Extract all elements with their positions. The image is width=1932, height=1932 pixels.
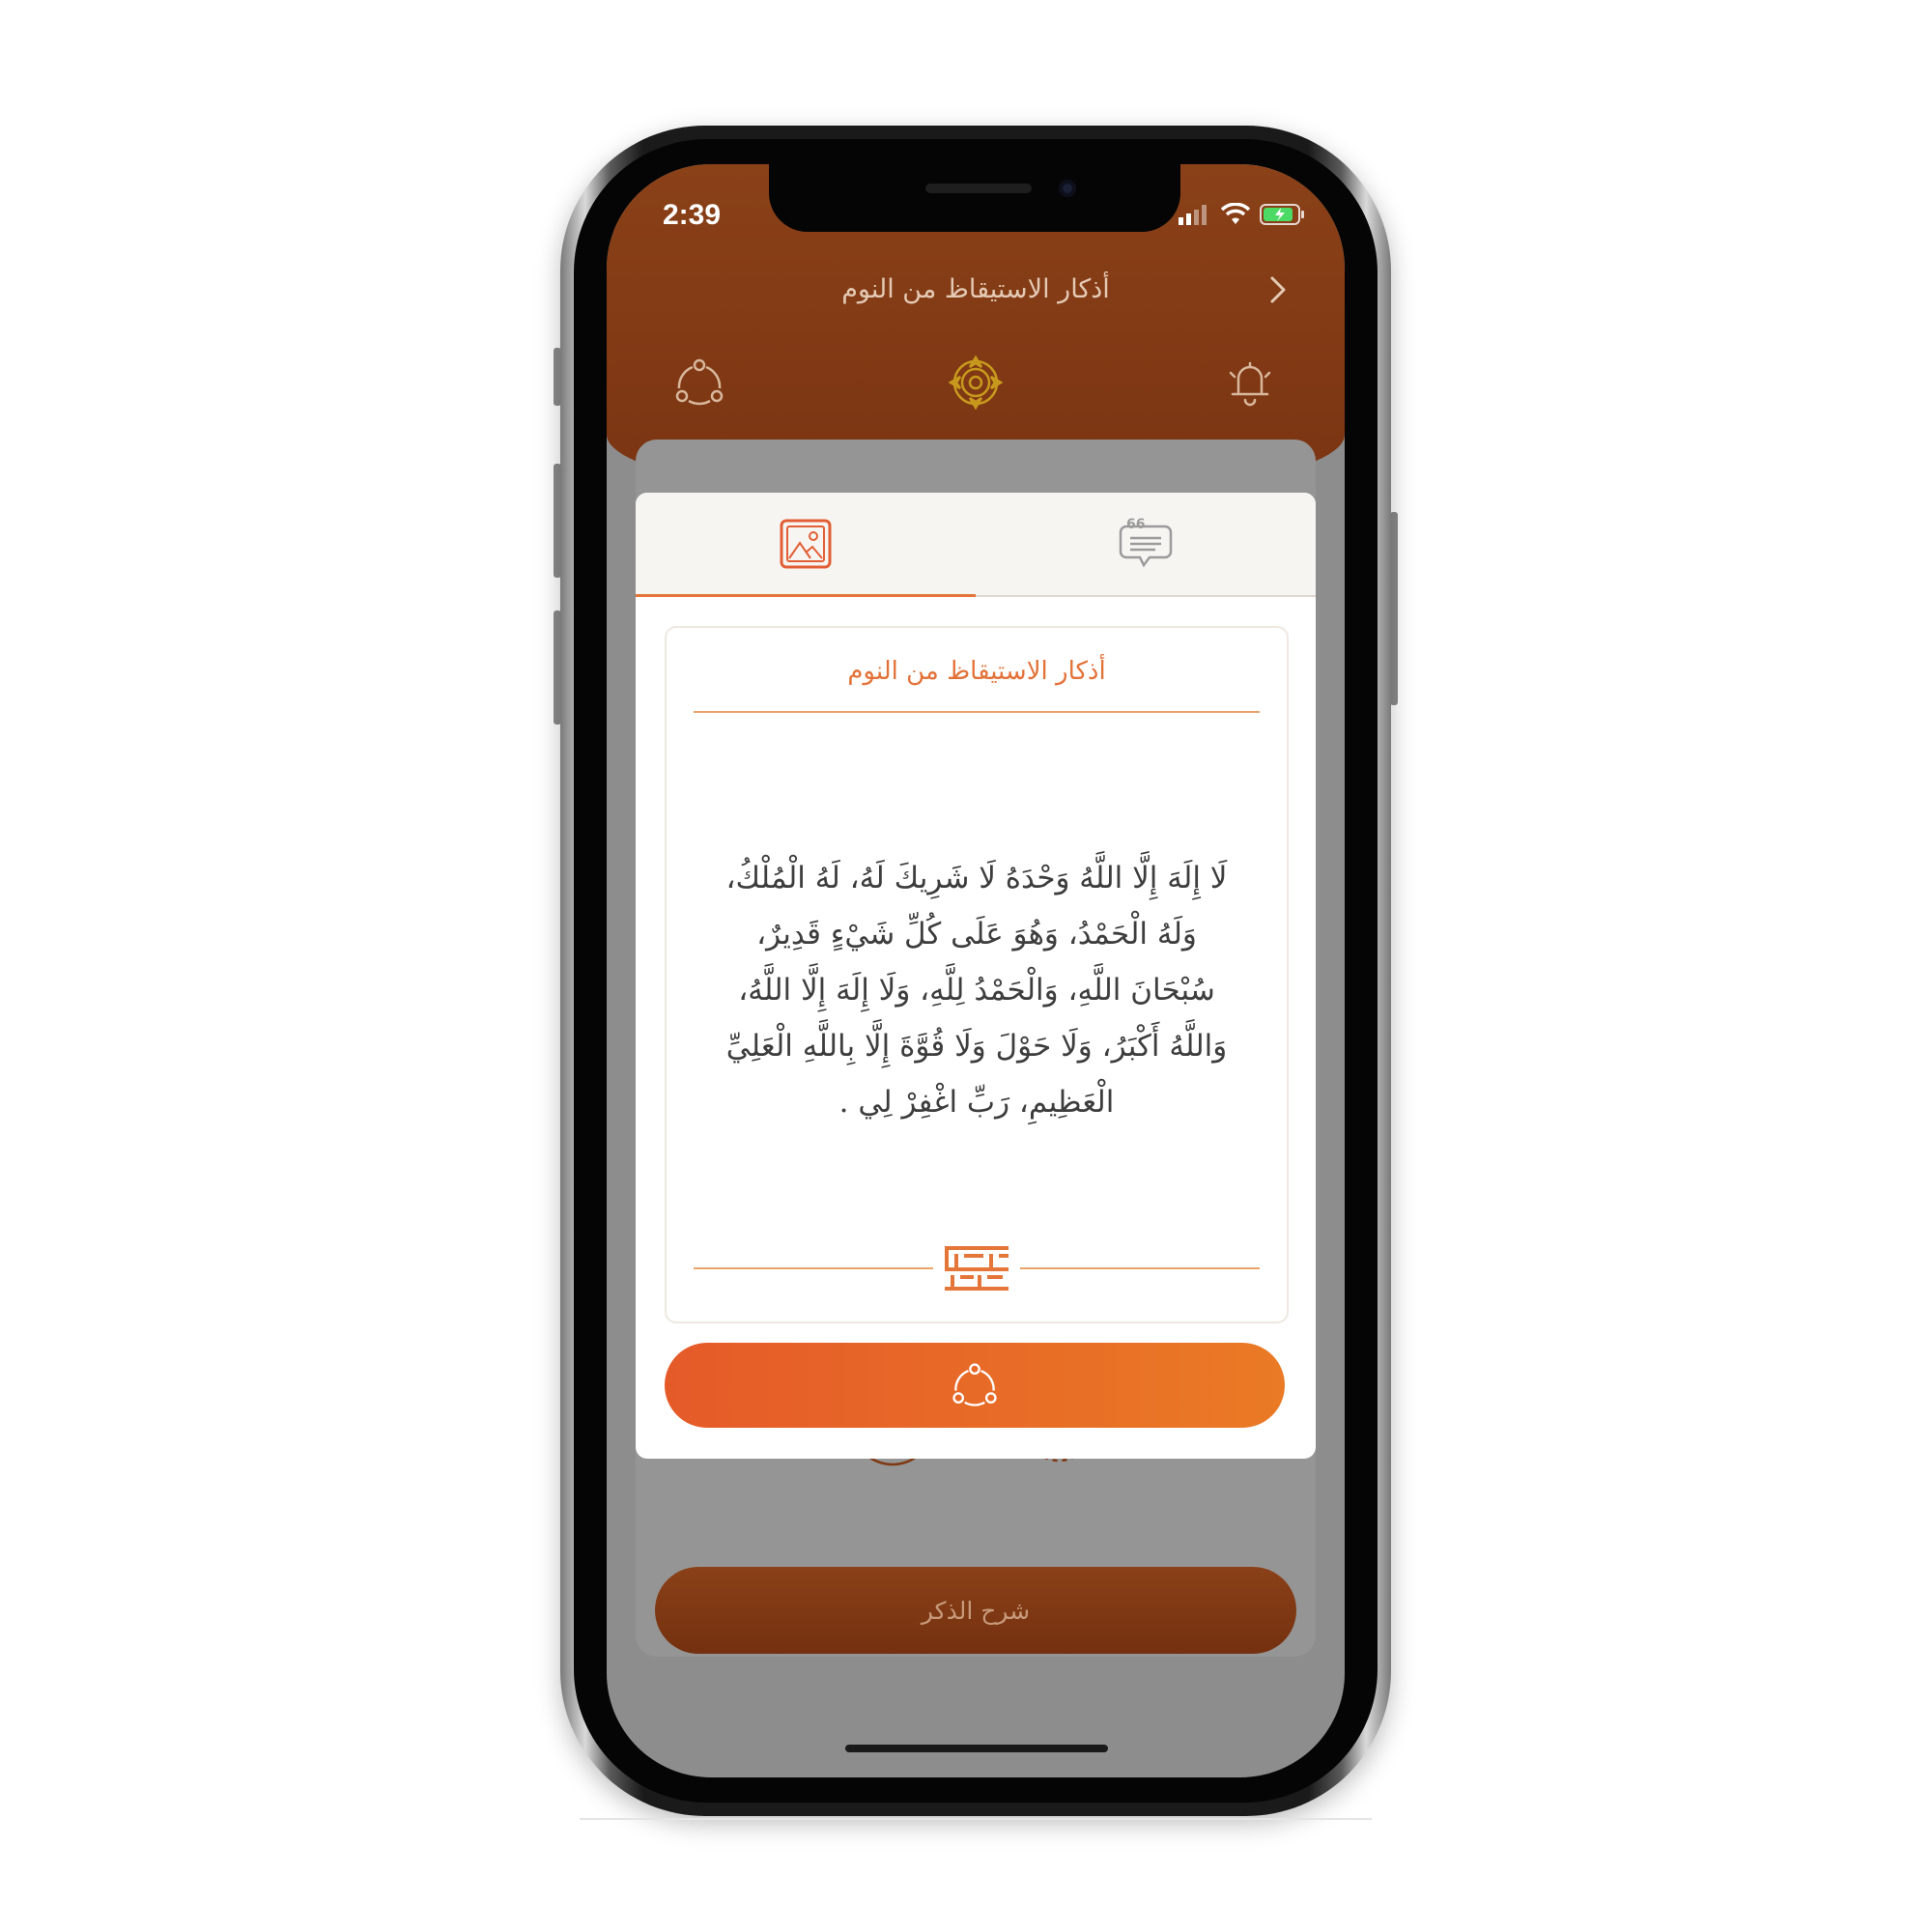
image-icon <box>780 519 832 569</box>
earpiece-speaker <box>925 184 1032 193</box>
footer-divider-left <box>694 1267 933 1269</box>
share-icon <box>952 1363 997 1406</box>
status-icons <box>1179 203 1306 226</box>
dhikr-modal: 66 أذكار الاستيقاظ من النوم لَا إِلَهَ إ… <box>636 493 1316 1459</box>
page-title: أذكار الاستيقاظ من النوم <box>841 274 1110 304</box>
dhikr-line: لَا إِلَهَ إِلَّا اللَّهُ وَحْدَهُ لَا ش… <box>725 861 1228 895</box>
dhikr-line: سُبْحَانَ اللَّهِ، وَالْحَمْدُ لِلَّهِ، … <box>738 973 1215 1008</box>
dhikr-text: لَا إِلَهَ إِلَّا اللَّهُ وَحْدَهُ لَا ش… <box>705 850 1248 1130</box>
stage: 2:39 أذكار الاستيقاظ من النوم شرح الذكر … <box>0 0 1932 1932</box>
power-button <box>1390 512 1398 705</box>
home-indicator[interactable] <box>845 1745 1108 1752</box>
tab-bar: 66 <box>636 493 1316 597</box>
floor-shadow <box>580 1818 1372 1820</box>
share-icon[interactable] <box>670 354 728 412</box>
notch <box>769 164 1180 232</box>
tab-active-indicator <box>636 594 976 597</box>
battery-icon <box>1260 204 1304 225</box>
dhikr-line: وَاللَّهُ أَكْبَرُ، وَلَا حَوْلَ وَلَا ق… <box>725 1029 1228 1064</box>
tab-text[interactable]: 66 <box>976 493 1316 595</box>
tab-image[interactable] <box>636 493 976 597</box>
dhikr-card: أذكار الاستيقاظ من النوم لَا إِلَهَ إِلَ… <box>665 626 1289 1323</box>
chevron-right-icon[interactable] <box>1258 270 1296 309</box>
svg-text:66: 66 <box>1126 517 1145 532</box>
bell-icon[interactable] <box>1221 354 1279 412</box>
phone-screen: 2:39 أذكار الاستيقاظ من النوم شرح الذكر … <box>607 164 1345 1777</box>
dhikr-line: وَلَهُ الْحَمْدُ، وَهُوَ عَلَى كُلِّ شَي… <box>756 917 1197 952</box>
share-button[interactable] <box>665 1343 1285 1428</box>
hisn-almuslim-logo <box>941 1242 1012 1294</box>
front-camera <box>1059 180 1076 197</box>
title-divider <box>694 711 1260 713</box>
explain-button[interactable]: شرح الذكر <box>655 1567 1296 1654</box>
wifi-icon <box>1221 203 1250 224</box>
status-time: 2:39 <box>663 199 722 231</box>
signal-icon <box>1179 205 1207 225</box>
dhikr-line: الْعَظِيمِ، رَبِّ اغْفِرْ لِي . <box>838 1085 1115 1120</box>
mandala-icon[interactable] <box>947 354 1005 412</box>
footer-divider-right <box>1020 1267 1260 1269</box>
card-title: أذكار الاستيقاظ من النوم <box>847 657 1106 686</box>
quote-bubble-icon: 66 <box>1119 517 1173 568</box>
